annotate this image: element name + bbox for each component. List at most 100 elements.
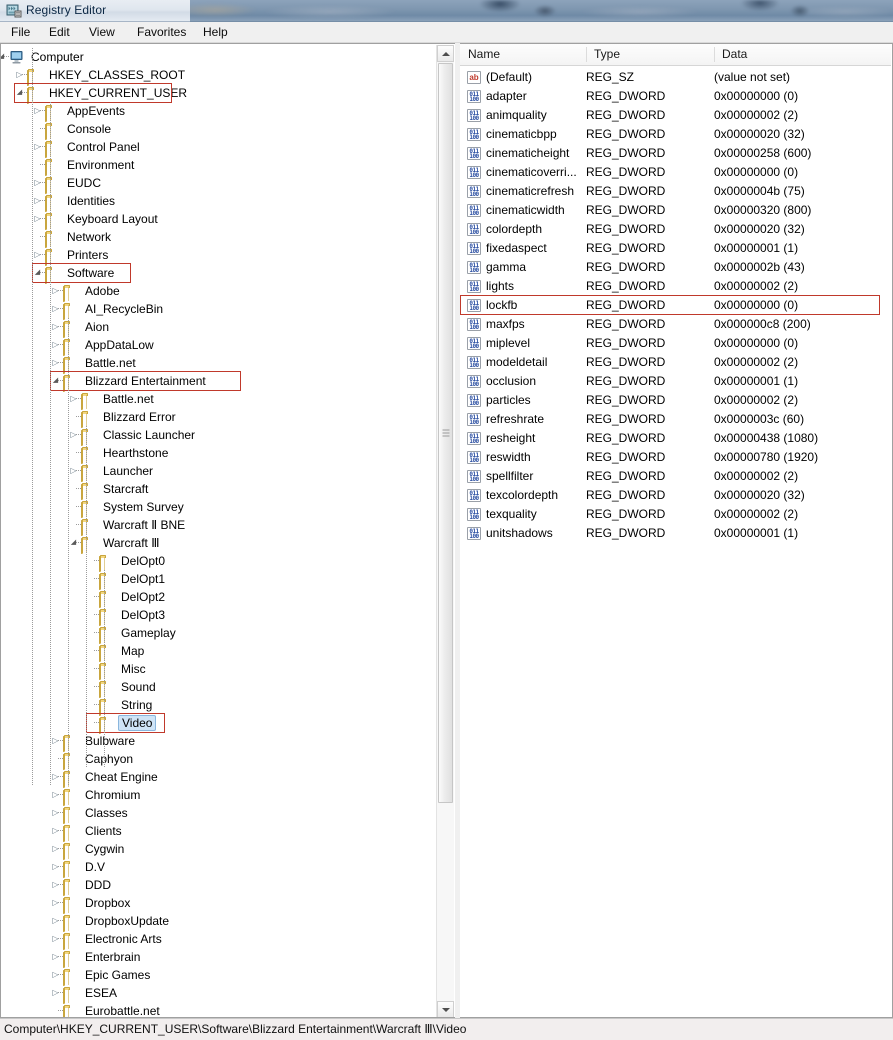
value-row[interactable]: 011 100 cinematicheight REG_DWORD 0x00000258…	[460, 144, 891, 163]
column-divider[interactable]	[586, 47, 587, 62]
expand-triangle-icon[interactable]: ▷	[50, 894, 61, 912]
collapse-triangle-icon[interactable]: ◢	[1, 48, 7, 66]
value-row[interactable]: 011 100 unitshadows REG_DWORD 0x00000001 (1)	[460, 524, 891, 543]
expand-triangle-icon[interactable]: ▷	[50, 948, 61, 966]
expand-triangle-icon[interactable]: ▷	[14, 66, 25, 84]
value-row[interactable]: 011 100 spellfilter REG_DWORD 0x00000002 (2)	[460, 467, 891, 486]
column-header-type[interactable]: Type	[586, 44, 714, 65]
tree-scrollbar-thumb[interactable]	[438, 63, 453, 803]
column-header-data[interactable]: Data	[714, 44, 891, 65]
tree-item-cygwin[interactable]: ▷ Cygwin	[1, 840, 438, 860]
value-row[interactable]: 011 100 lights REG_DWORD 0x00000002 (2)	[460, 277, 891, 296]
tree-item-console[interactable]: Console	[1, 120, 438, 140]
tree-item-d-v[interactable]: ▷ D.V	[1, 858, 438, 878]
tree-item-battle-net[interactable]: ▷ Battle.net	[1, 390, 438, 410]
tree-item-video[interactable]: Video	[1, 714, 438, 734]
value-row[interactable]: 011 100 reswidth REG_DWORD 0x00000780 (1920)	[460, 448, 891, 467]
tree-item-printers[interactable]: ▷ Printers	[1, 246, 438, 266]
expand-triangle-icon[interactable]: ▷	[50, 804, 61, 822]
value-row[interactable]: 011 100 occlusion REG_DWORD 0x00000001 (1)	[460, 372, 891, 391]
tree-item-chromium[interactable]: ▷ Chromium	[1, 786, 438, 806]
tree-item-system-survey[interactable]: System Survey	[1, 498, 438, 518]
tree-item-warcraft-bne[interactable]: Warcraft Ⅱ BNE	[1, 516, 438, 536]
tree-item-classes[interactable]: ▷ Classes	[1, 804, 438, 824]
menu-item-favorites[interactable]: Favorites	[134, 25, 189, 39]
expand-triangle-icon[interactable]: ▷	[50, 318, 61, 336]
expand-triangle-icon[interactable]: ▷	[32, 210, 43, 228]
expand-triangle-icon[interactable]: ▷	[50, 876, 61, 894]
list-column-header[interactable]: Name Type Data	[460, 44, 891, 66]
value-row[interactable]: 011 100 adapter REG_DWORD 0x00000000 (0)	[460, 87, 891, 106]
tree-item-launcher[interactable]: ▷ Launcher	[1, 462, 438, 482]
tree-item-dropbox[interactable]: ▷ Dropbox	[1, 894, 438, 914]
expand-triangle-icon[interactable]: ▷	[50, 300, 61, 318]
tree-item-delopt2[interactable]: DelOpt2	[1, 588, 438, 608]
tree-scroll-up-button[interactable]	[437, 45, 454, 62]
tree-vertical-scrollbar[interactable]	[436, 45, 454, 1017]
tree-item-delopt3[interactable]: DelOpt3	[1, 606, 438, 626]
tree-item-electronic-arts[interactable]: ▷ Electronic Arts	[1, 930, 438, 950]
column-header-name[interactable]: Name	[460, 44, 586, 65]
tree-item-ddd[interactable]: ▷ DDD	[1, 876, 438, 896]
expand-triangle-icon[interactable]: ▷	[50, 930, 61, 948]
tree-item-adobe[interactable]: ▷ Adobe	[1, 282, 438, 302]
value-row[interactable]: 011 100 refreshrate REG_DWORD 0x0000003c (60…	[460, 410, 891, 429]
value-row[interactable]: 011 100 miplevel REG_DWORD 0x00000000 (0)	[460, 334, 891, 353]
collapse-triangle-icon[interactable]: ◢	[50, 372, 61, 390]
tree-item-string[interactable]: String	[1, 696, 438, 716]
tree-item-hkey-current-user[interactable]: ◢ HKEY_CURRENT_USER	[1, 84, 438, 104]
tree-scroll-down-button[interactable]	[437, 1001, 454, 1017]
value-row[interactable]: 011 100 maxfps REG_DWORD 0x000000c8 (200)	[460, 315, 891, 334]
tree-item-caphyon[interactable]: Caphyon	[1, 750, 438, 770]
value-row[interactable]: 011 100 cinematicbpp REG_DWORD 0x00000020 (3…	[460, 125, 891, 144]
column-divider[interactable]	[714, 47, 715, 62]
expand-triangle-icon[interactable]: ▷	[68, 390, 79, 408]
collapse-triangle-icon[interactable]: ◢	[14, 84, 25, 102]
tree-item-network[interactable]: Network	[1, 228, 438, 248]
expand-triangle-icon[interactable]: ▷	[50, 912, 61, 930]
value-row[interactable]: 011 100 modeldetail REG_DWORD 0x00000002 (2)	[460, 353, 891, 372]
value-row[interactable]: 011 100 resheight REG_DWORD 0x00000438 (1080…	[460, 429, 891, 448]
tree-item-aion[interactable]: ▷ Aion	[1, 318, 438, 338]
tree-item-sound[interactable]: Sound	[1, 678, 438, 698]
tree-item-battle-net[interactable]: ▷ Battle.net	[1, 354, 438, 374]
expand-triangle-icon[interactable]: ▷	[50, 822, 61, 840]
expand-triangle-icon[interactable]: ▷	[50, 786, 61, 804]
tree-item-classic-launcher[interactable]: ▷ Classic Launcher	[1, 426, 438, 446]
tree-item-hearthstone[interactable]: Hearthstone	[1, 444, 438, 464]
tree-item-epic-games[interactable]: ▷ Epic Games	[1, 966, 438, 986]
tree-item-keyboard-layout[interactable]: ▷ Keyboard Layout	[1, 210, 438, 230]
expand-triangle-icon[interactable]: ▷	[50, 858, 61, 876]
tree-item-eudc[interactable]: ▷ EUDC	[1, 174, 438, 194]
expand-triangle-icon[interactable]: ▷	[50, 840, 61, 858]
expand-triangle-icon[interactable]: ▷	[68, 462, 79, 480]
tree-item-delopt0[interactable]: DelOpt0	[1, 552, 438, 572]
expand-triangle-icon[interactable]: ▷	[50, 984, 61, 1002]
value-row[interactable]: 011 100 gamma REG_DWORD 0x0000002b (43)	[460, 258, 891, 277]
registry-values-panel[interactable]: Name Type Data ab (Default) REG_SZ (value not…	[460, 43, 893, 1018]
value-row[interactable]: 011 100 cinematicoverri... REG_DWORD 0x00000…	[460, 163, 891, 182]
tree-item-misc[interactable]: Misc	[1, 660, 438, 680]
value-row[interactable]: 011 100 lockfb REG_DWORD 0x00000000 (0)	[460, 296, 891, 315]
expand-triangle-icon[interactable]: ▷	[50, 282, 61, 300]
tree-item-clients[interactable]: ▷ Clients	[1, 822, 438, 842]
value-row[interactable]: 011 100 animquality REG_DWORD 0x00000002 (2)	[460, 106, 891, 125]
tree-item-blizzard-entertainment[interactable]: ◢ Blizzard Entertainment	[1, 372, 438, 392]
value-row[interactable]: 011 100 particles REG_DWORD 0x00000002 (2)	[460, 391, 891, 410]
expand-triangle-icon[interactable]: ▷	[32, 192, 43, 210]
value-row[interactable]: 011 100 texquality REG_DWORD 0x00000002 (2)	[460, 505, 891, 524]
tree-item-identities[interactable]: ▷ Identities	[1, 192, 438, 212]
expand-triangle-icon[interactable]: ▷	[32, 102, 43, 120]
expand-triangle-icon[interactable]: ▷	[32, 246, 43, 264]
registry-tree-panel[interactable]: ◢ Computer ▷ HKEY_CLASSES_ROOT ◢ HKEY_CURRENT…	[0, 43, 455, 1018]
tree-item-computer[interactable]: ◢ Computer	[1, 48, 438, 66]
tree-item-bulbware[interactable]: ▷ Bulbware	[1, 732, 438, 752]
tree-item-enterbrain[interactable]: ▷ Enterbrain	[1, 948, 438, 968]
tree-item-software[interactable]: ◢ Software	[1, 264, 438, 284]
value-row[interactable]: 011 100 fixedaspect REG_DWORD 0x00000001 (1)	[460, 239, 891, 258]
value-row[interactable]: 011 100 cinematicwidth REG_DWORD 0x00000320 …	[460, 201, 891, 220]
value-row[interactable]: 011 100 colordepth REG_DWORD 0x00000020 (32)	[460, 220, 891, 239]
tree-item-gameplay[interactable]: Gameplay	[1, 624, 438, 644]
expand-triangle-icon[interactable]: ▷	[50, 966, 61, 984]
menu-item-help[interactable]: Help	[200, 25, 231, 39]
